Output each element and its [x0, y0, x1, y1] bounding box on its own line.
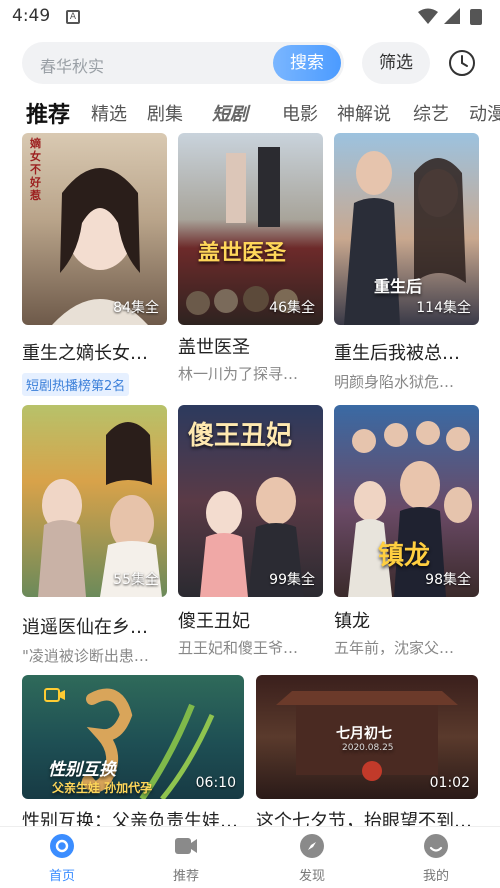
poster: 嫡女不好惹 84集全 [22, 133, 167, 325]
drama-card[interactable]: 傻王丑妃 99集全 傻王丑妃 丑王妃和傻王爷… [178, 405, 323, 665]
poster: 55集全 [22, 405, 167, 597]
search-placeholder: 春华秋实 [40, 57, 105, 76]
episode-badge: 84集全 [113, 300, 159, 316]
episode-badge: 46集全 [269, 300, 315, 316]
poster-overlay-text: 重生后 [374, 277, 423, 296]
search-input[interactable]: 春华秋实 搜索 [22, 42, 344, 84]
search-button[interactable]: 搜索 [273, 45, 341, 81]
video-overlay-subtitle: 2020.08.25 [342, 743, 394, 753]
drama-card[interactable]: 嫡女不好惹 84集全 重生之嫡长女… 短剧热播榜第2名 [22, 133, 167, 396]
tab-anime[interactable]: 动漫 [469, 100, 500, 126]
video-duration: 06:10 [195, 775, 236, 791]
profile-icon [424, 834, 448, 858]
video-card[interactable]: 七月初七 2020.08.25 01:02 这个七夕节，抬眼望不到天… [256, 675, 478, 832]
card-description: 五年前，沈家父… [334, 639, 455, 657]
tab-commentary[interactable]: 神解说 [337, 100, 391, 126]
card-title: 傻王丑妃 [178, 611, 250, 632]
nav-discover-label: 发现 [298, 869, 325, 884]
poster-overlay-text: 镇龙 [378, 541, 431, 571]
nav-recommend[interactable]: 推荐 [156, 833, 216, 884]
video-overlay-title: 性别互换 [48, 760, 116, 780]
episode-badge: 55集全 [113, 572, 159, 588]
episode-badge: 99集全 [269, 572, 315, 588]
card-title: 重生后我被总… [334, 343, 460, 364]
video-overlay-subtitle: 父亲生娃 孙加代孕 [52, 781, 153, 795]
compass-icon [300, 834, 324, 858]
poster: 镇龙 98集全 [334, 405, 479, 597]
video-overlay-title: 七月初七 [336, 726, 392, 742]
history-clock-icon[interactable] [448, 49, 476, 77]
nav-recommend-label: 推荐 [172, 869, 199, 884]
poster-overlay-text: 嫡女不好惹 [30, 137, 41, 202]
video-thumbnail: 七月初七 2020.08.25 01:02 [256, 675, 478, 799]
tab-variety[interactable]: 综艺 [413, 100, 449, 126]
drama-card[interactable]: 镇龙 98集全 镇龙 五年前，沈家父… [334, 405, 479, 665]
camera-icon [44, 688, 65, 702]
category-tabs: 推荐 精选 剧集 短剧 电影 神解说 综艺 动漫 [0, 96, 500, 132]
drama-card[interactable]: 55集全 逍遥医仙在乡… "凌逍被诊断出患… [22, 405, 167, 665]
video-card[interactable]: 性别互换 父亲生娃 孙加代孕 06:10 性别互换：父亲负责生娃… [22, 675, 244, 832]
tab-recommend[interactable]: 推荐 [26, 97, 70, 129]
tab-short-drama[interactable]: 短剧 [212, 100, 248, 126]
nav-home[interactable]: 首页 [32, 833, 92, 884]
filter-button[interactable]: 筛选 [362, 42, 430, 84]
card-title: 镇龙 [334, 611, 370, 632]
tab-featured[interactable]: 精选 [91, 100, 127, 126]
card-description: "凌逍被诊断出患… [22, 647, 149, 665]
tab-movie[interactable]: 电影 [282, 100, 318, 126]
bottom-nav: 首页 推荐 发现 我的 [0, 826, 500, 888]
wifi-icon [418, 8, 438, 24]
system-icons [418, 8, 482, 25]
poster: 傻王丑妃 99集全 [178, 405, 323, 597]
poster: 盖世医圣 46集全 [178, 133, 323, 325]
home-icon [50, 834, 74, 858]
nav-discover[interactable]: 发现 [282, 833, 342, 884]
video-icon [175, 838, 197, 854]
poster: 重生后 114集全 [334, 133, 479, 325]
tab-series[interactable]: 剧集 [147, 100, 183, 126]
drama-card[interactable]: 重生后 114集全 重生后我被总… 明颜身陷水狱危… [334, 133, 479, 393]
search-row: 春华秋实 搜索 筛选 [0, 40, 500, 86]
ranking-tag: 短剧热播榜第2名 [22, 373, 130, 396]
signal-icon [444, 8, 460, 24]
nav-profile[interactable]: 我的 [406, 833, 466, 884]
episode-badge: 114集全 [416, 300, 471, 316]
poster-overlay-text: 盖世医圣 [198, 241, 287, 266]
battery-icon [470, 9, 482, 25]
video-duration: 01:02 [429, 775, 470, 791]
notification-app-icon: A [66, 10, 80, 24]
nav-profile-label: 我的 [422, 869, 449, 884]
video-thumbnail: 性别互换 父亲生娃 孙加代孕 06:10 [22, 675, 244, 799]
card-description: 林一川为了探寻… [178, 365, 299, 383]
status-bar: 4:49 A [0, 0, 500, 34]
card-title: 盖世医圣 [178, 337, 250, 358]
card-description: 丑王妃和傻王爷… [178, 639, 299, 657]
nav-home-label: 首页 [48, 869, 75, 884]
status-time: 4:49 [12, 6, 51, 26]
poster-overlay-text: 傻王丑妃 [188, 421, 293, 451]
episode-badge: 98集全 [425, 572, 471, 588]
drama-card[interactable]: 盖世医圣 46集全 盖世医圣 林一川为了探寻… [178, 133, 323, 393]
card-description: 明颜身陷水狱危… [334, 373, 455, 391]
card-title: 逍遥医仙在乡… [22, 617, 148, 638]
card-title: 重生之嫡长女… [22, 343, 148, 364]
